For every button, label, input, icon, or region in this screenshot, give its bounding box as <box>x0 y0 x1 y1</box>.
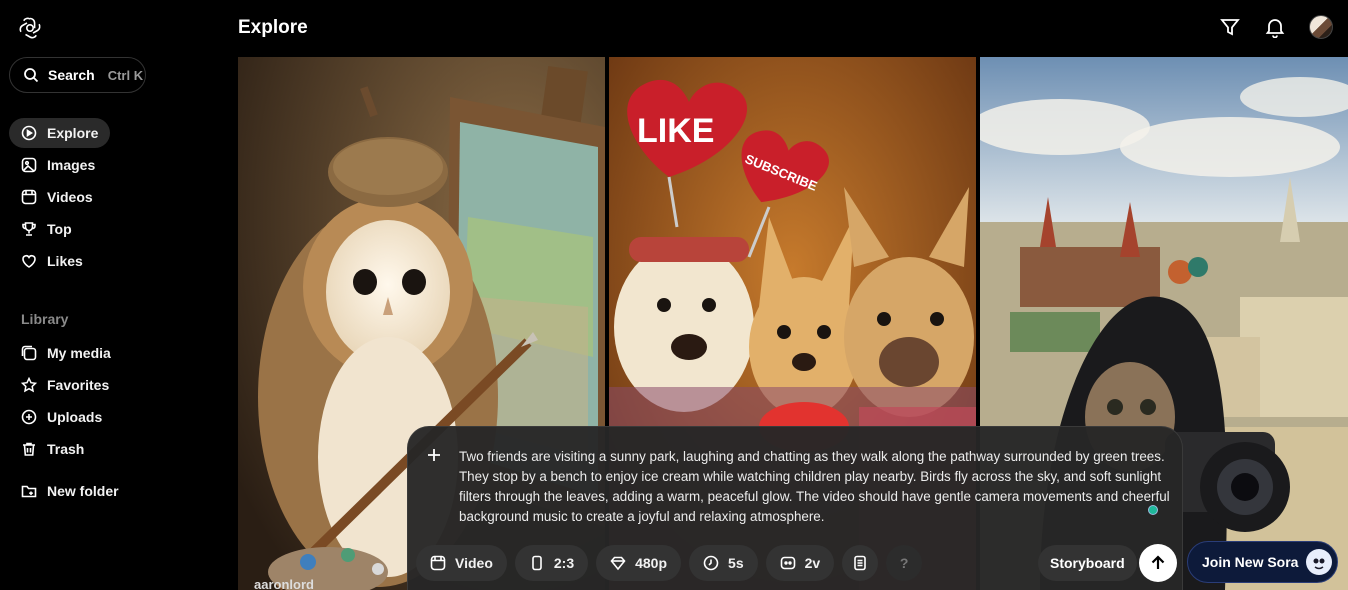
composer-toolbar: Video 2:3 480p 5s 2v ? <box>416 545 923 581</box>
nav-item-trash[interactable]: Trash <box>9 434 219 464</box>
help-label: ? <box>899 555 909 571</box>
nav-label: Uploads <box>47 409 103 425</box>
nav-label: New folder <box>47 483 119 499</box>
film-icon <box>430 555 446 571</box>
resolution-label: 480p <box>635 555 668 571</box>
prompt-composer: Two friends are visiting a sunny park, l… <box>407 426 1183 590</box>
search-button[interactable]: Search Ctrl K <box>9 57 146 93</box>
app-root: Search Ctrl K Explore Images Videos Top <box>0 0 1348 590</box>
portrait-ratio-icon <box>532 555 542 571</box>
duration-label: 5s <box>728 555 744 571</box>
media-icon <box>21 345 37 361</box>
prompt-input[interactable]: Two friends are visiting a sunny park, l… <box>459 447 1171 527</box>
nav-label: Top <box>47 221 72 237</box>
upload-icon <box>21 409 37 425</box>
sidebar: Search Ctrl K Explore Images Videos Top <box>0 0 226 590</box>
add-attachment-icon[interactable] <box>426 447 442 463</box>
submit-button[interactable] <box>1139 544 1177 582</box>
nav-item-likes[interactable]: Likes <box>9 246 219 276</box>
nav-item-my-media[interactable]: My media <box>9 338 219 368</box>
document-icon <box>854 555 866 571</box>
type-selector[interactable]: Video <box>416 545 507 581</box>
openai-logo-icon[interactable] <box>18 16 42 40</box>
clock-icon <box>703 555 719 571</box>
join-new-sora-button[interactable]: Join New Sora <box>1187 541 1338 583</box>
arrow-up-icon <box>1151 555 1165 569</box>
main-nav: Explore Images Videos Top Likes <box>9 118 219 278</box>
star-icon <box>21 377 37 393</box>
aspect-ratio-selector[interactable]: 2:3 <box>514 545 589 581</box>
heart-icon <box>22 255 36 268</box>
play-circle-icon <box>21 125 37 141</box>
trash-icon <box>23 442 35 456</box>
nav-item-images[interactable]: Images <box>9 150 219 180</box>
search-icon <box>24 68 39 83</box>
page-title: Explore <box>238 17 308 38</box>
library-heading: Library <box>21 311 69 327</box>
presets-button[interactable] <box>842 545 879 581</box>
library-nav: My media Favorites Uploads Trash New fol… <box>9 338 219 508</box>
nav-label: Likes <box>47 253 83 269</box>
image-icon <box>21 157 37 173</box>
tile-username[interactable]: aaronlord <box>254 577 314 590</box>
resolution-selector[interactable]: 480p <box>596 545 682 581</box>
nav-label: Favorites <box>47 377 110 393</box>
type-label: Video <box>455 555 493 571</box>
search-label: Search <box>48 67 95 83</box>
grammar-indicator[interactable] <box>1148 505 1158 515</box>
nav-label: My media <box>47 345 111 361</box>
diamond-icon <box>610 556 626 571</box>
search-shortcut: Ctrl K <box>107 67 144 83</box>
nav-item-favorites[interactable]: Favorites <box>9 370 219 400</box>
nav-item-videos[interactable]: Videos <box>9 182 219 212</box>
trophy-icon <box>22 222 36 236</box>
nav-label: Trash <box>47 441 85 457</box>
new-folder-button[interactable]: New folder <box>9 476 219 506</box>
nav-label: Explore <box>47 125 99 141</box>
aspect-label: 2:3 <box>553 555 575 571</box>
nav-item-uploads[interactable]: Uploads <box>9 402 219 432</box>
bell-icon[interactable] <box>1264 16 1286 38</box>
avatar[interactable] <box>1309 15 1333 39</box>
variations-selector[interactable]: 2v <box>765 545 835 581</box>
sora-mascot-icon <box>1306 549 1333 575</box>
variations-label: 2v <box>804 555 821 571</box>
join-label: Join New Sora <box>1202 554 1299 570</box>
nav-label: Images <box>47 157 96 173</box>
like-heart-text: LIKE <box>637 112 714 150</box>
duration-selector[interactable]: 5s <box>689 545 758 581</box>
folder-plus-icon <box>21 485 37 498</box>
help-button[interactable]: ? <box>886 545 923 581</box>
variations-icon <box>780 556 795 570</box>
film-icon <box>21 189 37 205</box>
nav-item-top[interactable]: Top <box>9 214 219 244</box>
nav-label: Videos <box>47 189 93 205</box>
nav-item-explore[interactable]: Explore <box>9 118 110 148</box>
storyboard-button[interactable]: Storyboard <box>1038 545 1137 581</box>
filter-icon[interactable] <box>1219 16 1241 38</box>
